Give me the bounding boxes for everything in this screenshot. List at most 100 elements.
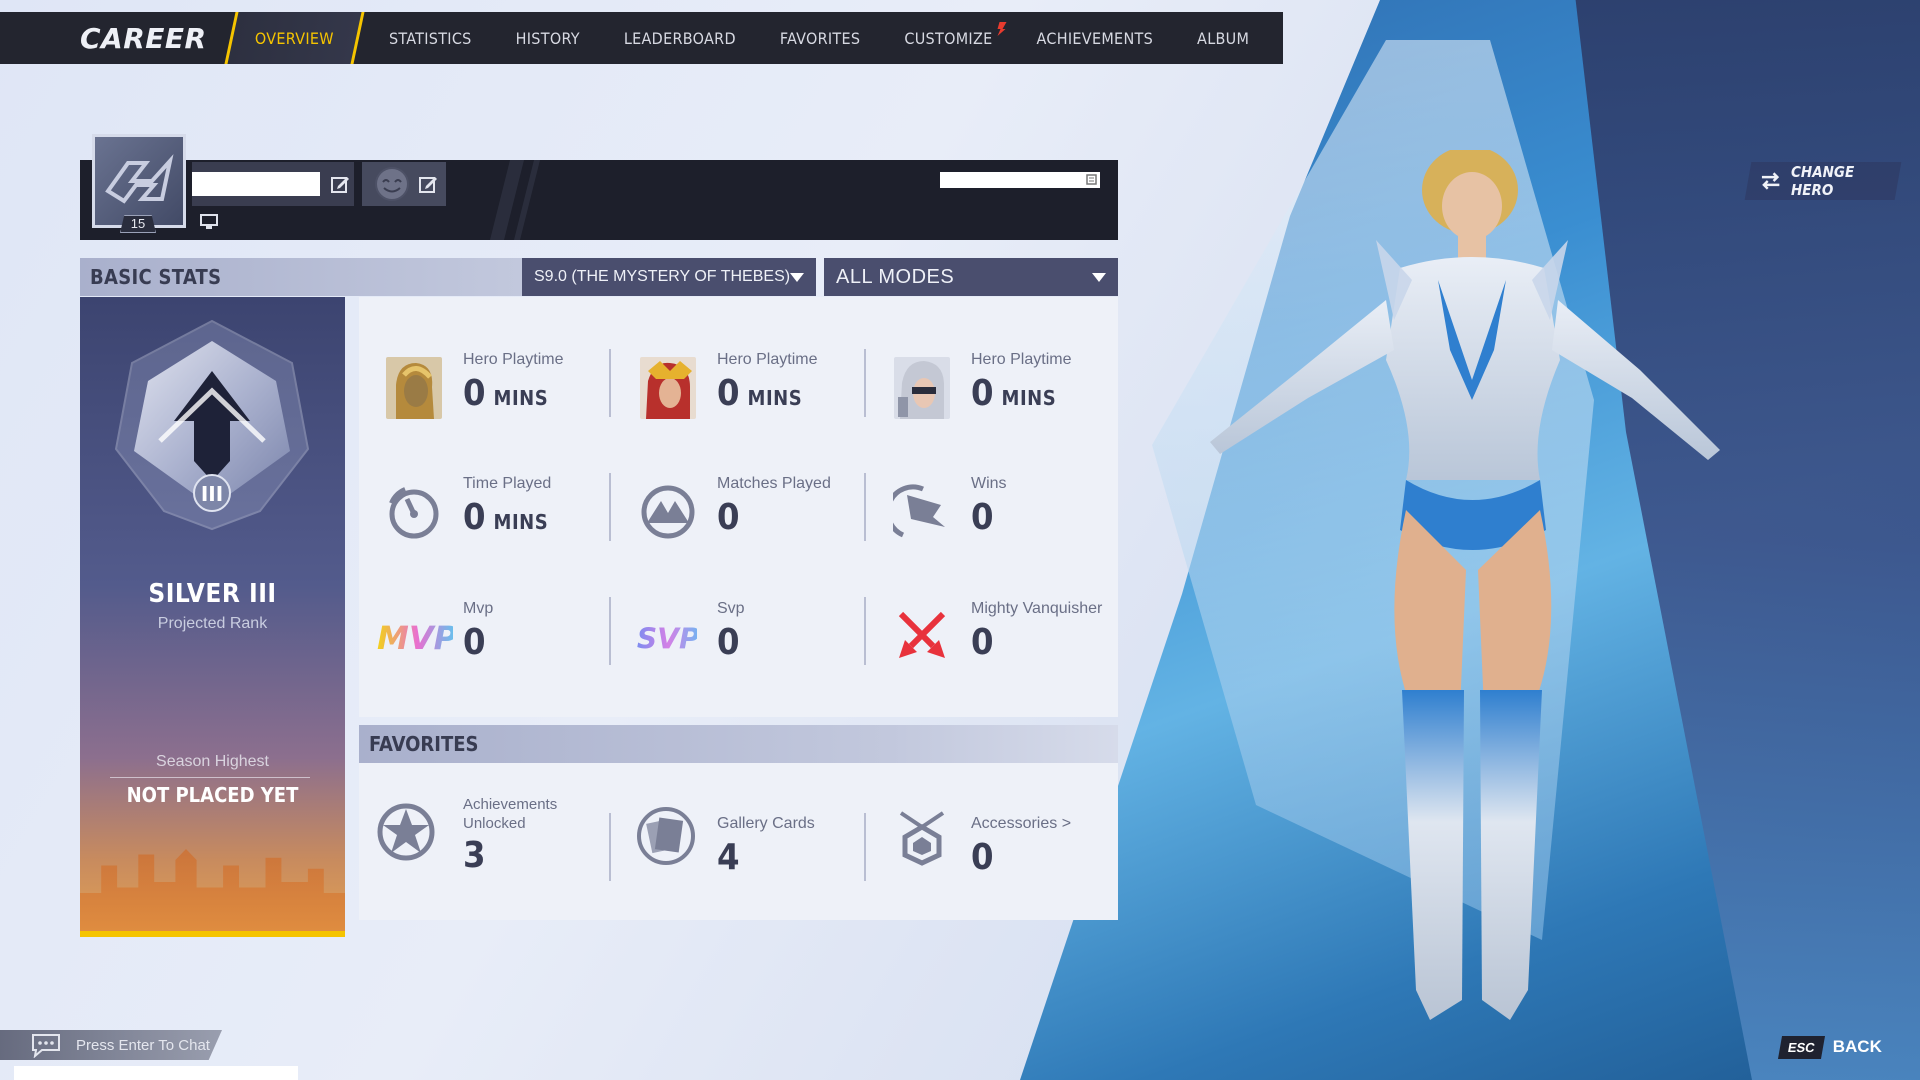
flag-icon bbox=[891, 481, 953, 543]
stat-value: 0 MINS bbox=[971, 373, 1056, 414]
swap-arrows-icon bbox=[1761, 172, 1780, 190]
silver-rank-emblem-icon: III bbox=[114, 319, 310, 531]
profile-bar-decoration bbox=[490, 160, 540, 240]
esc-key-hint: ESC bbox=[1777, 1035, 1825, 1059]
chevron-down-icon bbox=[1092, 273, 1106, 282]
stat-unit: MINS bbox=[1001, 386, 1057, 410]
rank-panel[interactable]: III SILVER III Projected Rank Season Hig… bbox=[80, 297, 345, 937]
divider bbox=[609, 349, 611, 417]
stat-value: 0 bbox=[971, 837, 994, 878]
stat-unit: MINS bbox=[747, 386, 803, 410]
edit-name-button[interactable] bbox=[326, 170, 354, 198]
season-highest-label: Season Highest bbox=[156, 753, 269, 770]
stat-label: Gallery Cards bbox=[717, 815, 815, 832]
stat-value: 0 bbox=[717, 497, 740, 538]
chat-bubble-icon bbox=[32, 1034, 60, 1058]
stat-value: 0 bbox=[463, 622, 486, 663]
basic-stats-panel: Hero Playtime 0 MINS Hero Playtime 0 MINS … bbox=[359, 297, 1118, 717]
emote-slot[interactable] bbox=[362, 162, 446, 206]
divider bbox=[609, 473, 611, 541]
tab-favorites[interactable]: FAVORITES bbox=[758, 12, 883, 64]
svg-text:III: III bbox=[201, 482, 223, 506]
stat-value: 0 MINS bbox=[463, 373, 548, 414]
hero-portrait-1-icon bbox=[383, 357, 445, 419]
svg-text:MVP: MVP bbox=[377, 619, 453, 657]
tab-overview[interactable]: OVERVIEW bbox=[224, 12, 365, 64]
season-dropdown[interactable]: S9.0 (THE MYSTERY OF THEBES) bbox=[522, 258, 816, 296]
stat-mighty-vanquisher[interactable]: Mighty Vanquisher 0 bbox=[891, 600, 1131, 690]
stat-number: 0 bbox=[971, 497, 994, 538]
divider bbox=[864, 813, 866, 881]
tab-album[interactable]: ALBUM bbox=[1175, 12, 1271, 64]
hero-portrait-2-icon bbox=[637, 357, 699, 419]
stat-label: Achievements Unlocked bbox=[463, 796, 558, 832]
change-hero-button[interactable]: CHANGE HERO bbox=[1744, 162, 1902, 200]
back-button[interactable]: ESC BACK bbox=[1777, 1032, 1910, 1062]
divider bbox=[864, 473, 866, 541]
season-highest-value: NOT PLACED YET bbox=[126, 783, 299, 807]
stat-label: Hero Playtime bbox=[971, 351, 1072, 368]
tab-leaderboard[interactable]: LEADERBOARD bbox=[602, 12, 758, 64]
stat-label: Hero Playtime bbox=[717, 351, 818, 368]
stat-value: 3 bbox=[463, 835, 486, 876]
stat-matches-played[interactable]: Matches Played 0 bbox=[637, 475, 877, 565]
avatar[interactable] bbox=[92, 134, 186, 228]
svg-text:SVP: SVP bbox=[637, 622, 697, 655]
edit-icon bbox=[419, 177, 437, 193]
favorite-gallery-cards[interactable]: Gallery Cards 4 bbox=[635, 807, 875, 905]
stat-label: Hero Playtime bbox=[463, 351, 564, 368]
divider bbox=[609, 597, 611, 665]
stat-unit: MINS bbox=[493, 510, 549, 534]
stat-value: 0 MINS bbox=[717, 373, 802, 414]
mode-dropdown[interactable]: ALL MODES bbox=[824, 258, 1118, 296]
stat-value: 0 bbox=[971, 622, 994, 663]
basic-stats-header: BASIC STATS bbox=[80, 258, 522, 296]
matches-icon bbox=[637, 481, 699, 543]
stat-hero-playtime-1[interactable]: Hero Playtime 0 MINS bbox=[383, 351, 623, 441]
season-dropdown-value: S9.0 (THE MYSTERY OF THEBES) bbox=[534, 268, 791, 285]
edit-emote-button[interactable] bbox=[414, 170, 442, 198]
achievement-star-icon bbox=[375, 801, 437, 863]
stat-value: 0 MINS bbox=[463, 497, 548, 538]
tab-statistics[interactable]: STATISTICS bbox=[367, 12, 494, 64]
chat-prompt[interactable]: Press Enter To Chat bbox=[0, 1030, 222, 1060]
tab-achievements[interactable]: ACHIEVEMENTS bbox=[1015, 12, 1176, 64]
divider bbox=[609, 813, 611, 881]
stat-hero-playtime-3[interactable]: Hero Playtime 0 MINS bbox=[891, 351, 1131, 441]
tab-label: CUSTOMIZE bbox=[904, 28, 993, 48]
svp-icon: SVP bbox=[635, 606, 697, 668]
stat-number: 0 bbox=[463, 373, 486, 414]
hero-character-model bbox=[1210, 150, 1720, 1020]
stat-label: Mvp bbox=[463, 600, 494, 617]
favorites-header: FAVORITES bbox=[359, 725, 1118, 763]
stat-svp[interactable]: SVP Svp 0 bbox=[635, 600, 875, 690]
avatar-logo-icon bbox=[105, 154, 174, 204]
hero-portrait-3-icon bbox=[891, 357, 953, 419]
divider bbox=[110, 777, 310, 778]
city-skyline-decoration bbox=[80, 849, 345, 937]
stat-number: 0 bbox=[463, 497, 486, 538]
tab-history[interactable]: HISTORY bbox=[494, 12, 602, 64]
chevron-down-icon bbox=[790, 273, 804, 282]
player-name-redacted bbox=[192, 172, 320, 196]
stat-wins[interactable]: Wins 0 bbox=[891, 475, 1131, 565]
stat-label: Svp bbox=[717, 600, 745, 617]
stat-label: Mighty Vanquisher bbox=[971, 600, 1103, 617]
stat-hero-playtime-2[interactable]: Hero Playtime 0 MINS bbox=[637, 351, 877, 441]
tab-customize[interactable]: CUSTOMIZE bbox=[882, 12, 1014, 64]
stat-number: 0 bbox=[971, 373, 994, 414]
stat-number: 0 bbox=[463, 622, 486, 663]
copy-icon[interactable] bbox=[1086, 174, 1098, 186]
stat-label: Wins bbox=[971, 475, 1007, 492]
favorite-achievements[interactable]: Achievements Unlocked 3 bbox=[375, 795, 615, 885]
stopwatch-icon bbox=[383, 481, 445, 543]
favorite-accessories[interactable]: Accessories > 0 bbox=[891, 811, 1131, 905]
stat-time-played[interactable]: Time Played 0 MINS bbox=[383, 475, 623, 565]
stat-number: 0 bbox=[717, 622, 740, 663]
rank-subtitle: Projected Rank bbox=[157, 615, 268, 632]
chat-input[interactable] bbox=[14, 1066, 298, 1080]
accessories-link[interactable]: Accessories > bbox=[971, 815, 1071, 833]
stat-mvp[interactable]: MVP Mvp 0 bbox=[375, 600, 615, 690]
stat-number: 0 bbox=[717, 497, 740, 538]
player-id-field bbox=[940, 172, 1100, 188]
